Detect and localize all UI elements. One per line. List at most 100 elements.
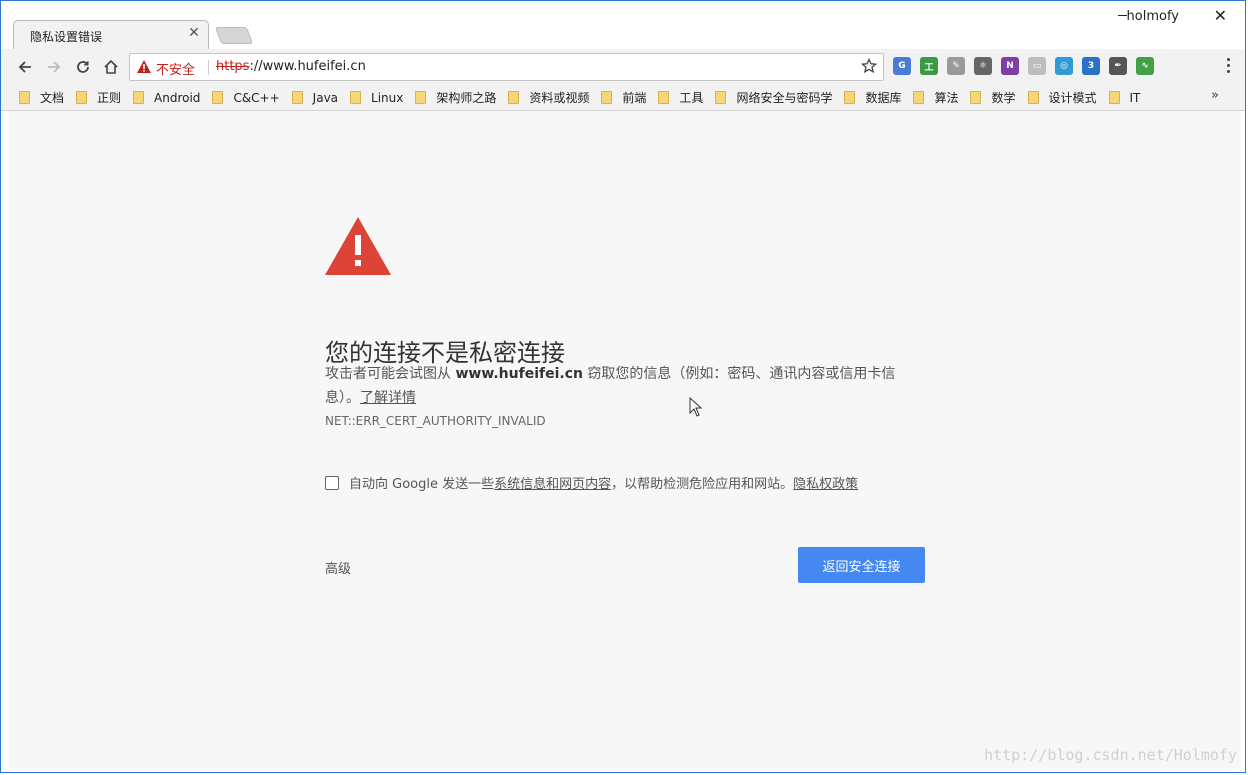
css3-icon[interactable]: 3 xyxy=(1082,57,1100,75)
desc-host: www.hufeifei.cn xyxy=(455,366,583,382)
bookmark-label: 算法 xyxy=(934,91,959,105)
pulse-icon[interactable]: ∿ xyxy=(1136,57,1154,75)
learn-more-link[interactable]: 了解详情 xyxy=(360,390,416,406)
bookmark-label: 设计模式 xyxy=(1048,91,1097,105)
tools-icon[interactable]: 工 xyxy=(920,57,938,75)
security-label[interactable]: 不安全 xyxy=(156,59,195,78)
bookmark-item[interactable]: 前端 xyxy=(601,88,646,107)
bookmark-item[interactable]: 数学 xyxy=(970,88,1016,107)
translate-icon[interactable]: G xyxy=(893,57,911,75)
bookmark-item[interactable]: IT xyxy=(1108,88,1141,107)
folder-icon xyxy=(715,91,727,104)
bookmark-label: C&C++ xyxy=(233,90,280,105)
bookmark-item[interactable]: Android xyxy=(133,88,200,107)
pen-icon[interactable]: ✎ xyxy=(947,57,965,75)
bookmark-item[interactable]: 正则 xyxy=(76,88,121,107)
mouse-cursor-icon xyxy=(689,396,703,421)
optin-text-mid: ，以帮助检测危险应用和网站。 xyxy=(611,477,794,492)
danger-triangle-icon xyxy=(325,217,391,279)
bookmark-label: 前端 xyxy=(622,91,647,105)
bookmark-label: 网络安全与密码学 xyxy=(736,91,833,105)
url-scheme: https xyxy=(216,59,250,74)
folder-icon xyxy=(1108,91,1120,104)
tab-title: 隐私设置错误 xyxy=(30,30,103,44)
bookmark-list: 文档 正则 Android C&C++ Java Linux 架构师之路 资料或视频 前端 工具 网… xyxy=(19,88,1152,107)
bookmark-label: Java xyxy=(312,90,339,105)
divider xyxy=(208,60,209,75)
bookmark-item[interactable]: 资料或视频 xyxy=(508,88,589,107)
folder-icon xyxy=(913,91,925,104)
back-to-safety-button[interactable]: 返回安全连接 xyxy=(798,547,925,583)
folder-icon xyxy=(76,91,88,104)
bookmark-label: 工具 xyxy=(679,91,704,105)
optin-text: 自动向 Google 发送一些 xyxy=(349,477,495,492)
bookmark-item[interactable]: Java xyxy=(291,88,339,107)
bookmark-item[interactable]: C&C++ xyxy=(212,88,280,107)
optin-checkbox[interactable] xyxy=(325,475,339,490)
folder-icon xyxy=(1027,91,1039,104)
bookmark-star-icon[interactable] xyxy=(860,57,878,78)
toolbar: 不安全 https://www.hufeifei.cn G 工 ✎ ⚛ N ▭ ◎ 3 ✒ ∿ xyxy=(1,49,1245,85)
error-code[interactable]: NET::ERR_CERT_AUTHORITY_INVALID xyxy=(325,414,546,428)
bookmark-item[interactable]: 文档 xyxy=(19,88,64,107)
clipboard-icon[interactable]: ▭ xyxy=(1028,57,1046,75)
active-tab[interactable]: 隐私设置错误 ✕ xyxy=(13,20,209,49)
new-tab-button[interactable] xyxy=(214,27,254,44)
bookmarks-bar: 文档 正则 Android C&C++ Java Linux 架构师之路 资料或视频 前端 工具 网… xyxy=(1,85,1245,111)
extension-icons: G 工 ✎ ⚛ N ▭ ◎ 3 ✒ ∿ xyxy=(893,57,1154,77)
back-icon[interactable] xyxy=(13,55,37,79)
bookmark-item[interactable]: 数据库 xyxy=(844,88,901,107)
interstitial-page: 您的连接不是私密连接 攻击者可能会试图从 www.hufeifei.cn 窃取您… xyxy=(9,111,1241,768)
bookmark-label: 文档 xyxy=(40,91,65,105)
address-bar[interactable]: 不安全 https://www.hufeifei.cn xyxy=(129,53,884,81)
folder-icon xyxy=(350,91,362,104)
folder-icon xyxy=(212,91,224,104)
watermark: http://blog.csdn.net/Holmofy xyxy=(984,746,1237,764)
home-icon[interactable] xyxy=(99,55,123,79)
bookmark-label: IT xyxy=(1129,90,1141,105)
bookmark-item[interactable]: 工具 xyxy=(658,88,703,107)
desc-text: 攻击者可能会试图从 xyxy=(325,366,456,382)
bookmark-label: Linux xyxy=(371,90,404,105)
onenote-icon[interactable]: N xyxy=(1001,57,1019,75)
folder-icon xyxy=(19,91,30,104)
bookmarks-more-icon[interactable]: » xyxy=(1211,88,1219,103)
bookmark-label: Android xyxy=(154,90,201,105)
url-host: ://www.hufeifei.cn xyxy=(249,59,366,74)
tab-close-icon[interactable]: ✕ xyxy=(186,25,202,41)
bookmark-label: 数据库 xyxy=(865,91,902,105)
folder-icon xyxy=(133,91,145,104)
system-info-link[interactable]: 系统信息和网页内容 xyxy=(494,473,611,492)
title-bar: 隐私设置错误 ✕ holmofy ✕ xyxy=(1,1,1245,49)
warning-icon[interactable] xyxy=(137,60,151,77)
folder-icon xyxy=(508,91,520,104)
privacy-policy-link[interactable]: 隐私权政策 xyxy=(793,473,858,492)
folder-icon xyxy=(844,91,856,104)
bookmark-item[interactable]: Linux xyxy=(350,88,403,107)
folder-icon xyxy=(658,91,670,104)
speed-icon[interactable]: ◎ xyxy=(1055,57,1073,75)
bookmark-item[interactable]: 设计模式 xyxy=(1027,88,1097,107)
bookmark-label: 数学 xyxy=(991,91,1016,105)
url-text[interactable]: https://www.hufeifei.cn xyxy=(216,59,366,74)
eyedropper-icon[interactable]: ✒ xyxy=(1109,57,1127,75)
folder-icon xyxy=(291,91,303,104)
bookmark-label: 架构师之路 xyxy=(436,91,497,105)
advanced-button[interactable]: 高级 xyxy=(325,558,351,577)
error-description: 攻击者可能会试图从 www.hufeifei.cn 窃取您的信息（例如：密码、通… xyxy=(325,362,925,410)
reload-icon[interactable] xyxy=(71,55,95,79)
bookmark-label: 正则 xyxy=(97,91,122,105)
forward-icon[interactable] xyxy=(42,55,66,79)
molecule-icon[interactable]: ⚛ xyxy=(974,57,992,75)
folder-icon xyxy=(415,91,427,104)
bookmark-item[interactable]: 网络安全与密码学 xyxy=(715,88,832,107)
browser-window: 隐私设置错误 ✕ holmofy ✕ 不安全 https://www.hufei… xyxy=(0,0,1246,773)
window-close-icon[interactable]: ✕ xyxy=(1214,6,1227,25)
bookmark-item[interactable]: 架构师之路 xyxy=(415,88,496,107)
bookmark-item[interactable]: 算法 xyxy=(913,88,958,107)
profile-name[interactable]: holmofy xyxy=(1127,9,1179,24)
folder-icon xyxy=(970,91,982,104)
safe-browsing-optin: 自动向 Google 发送一些 系统信息和网页内容 ，以帮助检测危险应用和网站。 隐私… xyxy=(325,473,858,492)
menu-icon[interactable] xyxy=(1227,58,1231,76)
bookmark-label: 资料或视频 xyxy=(529,91,590,105)
